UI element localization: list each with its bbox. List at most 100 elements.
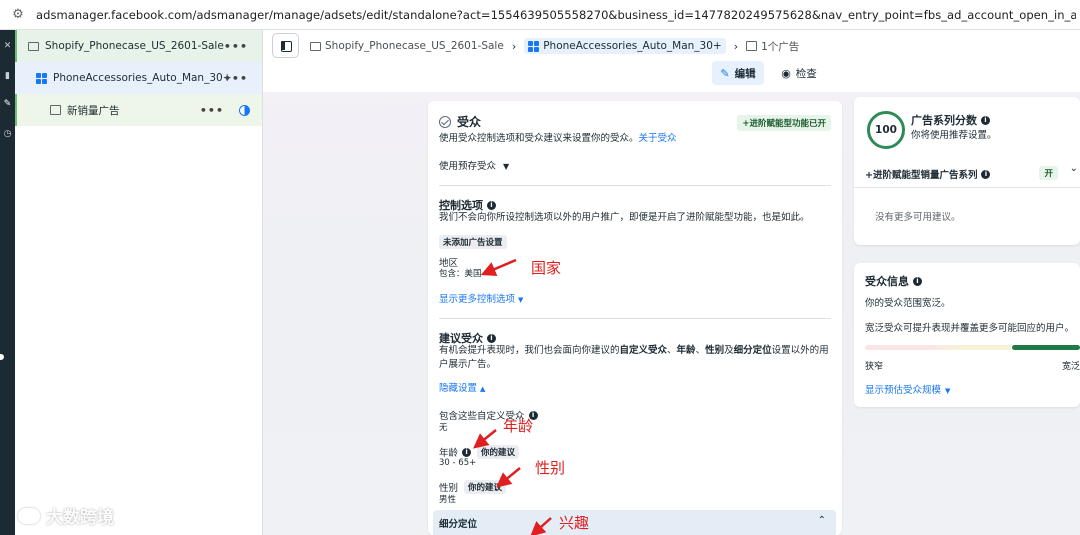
about-audience-link[interactable]: 关于受众 — [639, 133, 677, 144]
age-value: 30 - 65+ — [439, 458, 477, 468]
meter-narrow-label: 狭窄 — [865, 362, 884, 372]
review-label: 检查 — [795, 67, 817, 80]
clock-icon[interactable]: ◷ — [2, 128, 13, 140]
more-options-icon[interactable]: ••• — [224, 40, 248, 53]
eye-icon: ◉ — [781, 66, 791, 80]
tree-item-adset[interactable]: PhoneAccessories_Auto_Man_30+ ••• — [15, 62, 262, 94]
annotation-country: 国家 — [531, 259, 562, 277]
adset-grid-icon — [528, 40, 540, 52]
score-value: 100 — [875, 124, 897, 136]
advantage-badge: +进阶赋能型功能已开 — [737, 115, 831, 131]
audience-card: 受众 +进阶赋能型功能已开 使用受众控制选项和受众建议来设置你的受众。关于受众 … — [428, 101, 842, 535]
hide-settings-link[interactable]: 隐藏设置 ▲ — [439, 382, 831, 396]
info-icon[interactable]: i — [981, 115, 990, 125]
breadcrumb-header: Shopify_Phonecase_US_2601-Sale › PhoneAc… — [263, 30, 1080, 92]
detailed-targeting-header[interactable]: 细分定位 ⌃ — [433, 510, 836, 535]
on-badge: 开 — [1039, 166, 1058, 180]
edit-pencil-icon[interactable]: ✎ — [2, 98, 13, 110]
adset-grid-icon — [35, 72, 47, 84]
show-more-controls-label: 显示更多控制选项 — [439, 294, 516, 305]
gender-label: 性别 — [439, 483, 459, 494]
info-icon[interactable]: i — [913, 276, 922, 286]
pencil-icon: ✎ — [720, 66, 730, 80]
chevron-right-icon: › — [511, 39, 517, 53]
saved-audience-dropdown[interactable]: 使用预存受众 ▼ — [439, 160, 831, 174]
url-text[interactable]: adsmanager.facebook.com/adsmanager/manag… — [36, 8, 1076, 22]
controls-desc: 我们不会向你所设控制选项以外的用户推广，即便是开启了进阶赋能型功能，也是如此。 — [439, 212, 810, 223]
gender-value: 男性 — [439, 495, 457, 505]
hide-settings-label: 隐藏设置 — [439, 383, 478, 394]
ad-icon — [746, 41, 758, 51]
divider — [854, 187, 1080, 188]
advantage-campaign-label: +进阶赋能型销量广告系列 — [865, 170, 978, 181]
site-settings-icon[interactable]: ⚙ — [10, 7, 26, 23]
suggestion-desc: 有机会提升表现时，我们也会面向你建议的自定义受众、年龄、性别及细分定位设置以外的… — [439, 345, 829, 370]
watermark-text: 大数跨境 — [46, 508, 114, 528]
structure-tree: Shopify_Phonecase_US_2601-Sale ••• Phone… — [15, 30, 263, 535]
annotation-age: 年龄 — [503, 417, 534, 435]
edit-label: 编辑 — [734, 67, 756, 80]
tree-item-campaign[interactable]: Shopify_Phonecase_US_2601-Sale ••• — [15, 30, 262, 62]
annotation-gender: 性别 — [535, 459, 566, 477]
caret-down-icon: ▼ — [945, 387, 951, 395]
breadcrumb-campaign[interactable]: Shopify_Phonecase_US_2601-Sale — [325, 40, 504, 52]
audience-info-title: 受众信息 — [865, 275, 909, 288]
ad-name: 新销量广告 — [67, 104, 120, 117]
audience-info-line1: 你的受众范围宽泛。 — [865, 298, 951, 309]
ad-icon — [49, 104, 61, 116]
show-estimate-link[interactable]: 显示预估受众规模 ▼ — [865, 382, 950, 396]
gender-suggestion-tag: 你的建议 — [464, 480, 507, 494]
breadcrumb-adset-label: PhoneAccessories_Auto_Man_30+ — [543, 40, 722, 52]
audience-size-meter — [865, 345, 1080, 350]
location-value: 包含：美国 — [439, 269, 482, 279]
annotation-interest: 兴趣 — [559, 514, 590, 532]
more-options-icon[interactable]: ••• — [224, 72, 248, 85]
more-options-icon[interactable]: ••• — [200, 104, 224, 117]
divider — [439, 185, 831, 186]
divider — [439, 318, 831, 319]
check-circle-icon — [439, 115, 451, 128]
age-suggestion-tag: 你的建议 — [477, 445, 520, 459]
folder-icon — [27, 40, 39, 52]
audience-desc: 使用受众控制选项和受众建议来设置你的受众。 — [439, 133, 639, 144]
show-estimate-label: 显示预估受众规模 — [865, 385, 942, 396]
score-title: 广告系列分数 — [911, 114, 977, 127]
sidebar-toggle-button[interactable] — [272, 33, 299, 58]
audience-size-fill — [1012, 345, 1080, 350]
audience-title: 受众 — [457, 115, 482, 129]
chevron-right-icon: › — [733, 39, 739, 53]
breadcrumb-ads[interactable]: 1个广告 — [761, 39, 799, 54]
edit-button[interactable]: ✎ 编辑 — [712, 61, 764, 85]
score-ring: 100 — [867, 111, 905, 149]
detailed-targeting-title: 细分定位 — [439, 519, 478, 530]
collapse-icon[interactable]: ✕ — [2, 40, 13, 52]
age-label: 年龄 — [439, 448, 459, 459]
watermark: 大数跨境 — [18, 503, 114, 528]
chevron-down-icon[interactable]: ⌄ — [1070, 163, 1078, 174]
saved-audience-label: 使用预存受众 — [439, 161, 497, 172]
campaign-score-card: 100 广告系列分数 i 你将使用推荐设置。 +进阶赋能型销量广告系列 i 开 … — [854, 97, 1080, 245]
rail-handle[interactable] — [0, 352, 6, 362]
caret-down-icon: ▼ — [503, 162, 510, 171]
chevron-up-icon[interactable]: ⌃ — [818, 515, 826, 526]
review-button[interactable]: ◉ 检查 — [774, 61, 824, 85]
status-half-circle-icon — [239, 104, 250, 116]
no-ad-settings-tag: 未添加广告设置 — [439, 235, 507, 249]
caret-up-icon: ▲ — [480, 385, 486, 393]
info-icon[interactable]: i — [487, 200, 496, 210]
show-more-controls-link[interactable]: 显示更多控制选项 ▼ — [439, 293, 831, 307]
info-icon[interactable]: i — [487, 333, 496, 343]
tree-item-ad[interactable]: 新销量广告 ••• — [15, 94, 262, 126]
custom-audience-value: 无 — [439, 423, 448, 433]
audience-info-card: 受众信息 i 你的受众范围宽泛。 宽泛受众可提升表现并覆盖更多可能回应的用户。 … — [854, 263, 1080, 407]
meter-wide-label: 宽泛 — [1061, 362, 1080, 372]
score-subtitle: 你将使用推荐设置。 — [911, 130, 997, 141]
info-icon[interactable]: i — [981, 169, 991, 179]
info-icon[interactable]: i — [462, 447, 472, 457]
breadcrumb-adset[interactable]: PhoneAccessories_Auto_Man_30+ — [524, 38, 726, 54]
no-more-suggestions: 没有更多可用建议。 — [875, 212, 961, 223]
left-nav-rail: ✕ ▮ ✎ ◷ — [0, 30, 15, 535]
chart-icon[interactable]: ▮ — [2, 70, 13, 82]
watermark-logo-icon — [18, 507, 40, 524]
browser-url-bar[interactable]: ⚙ adsmanager.facebook.com/adsmanager/man… — [0, 0, 1080, 30]
